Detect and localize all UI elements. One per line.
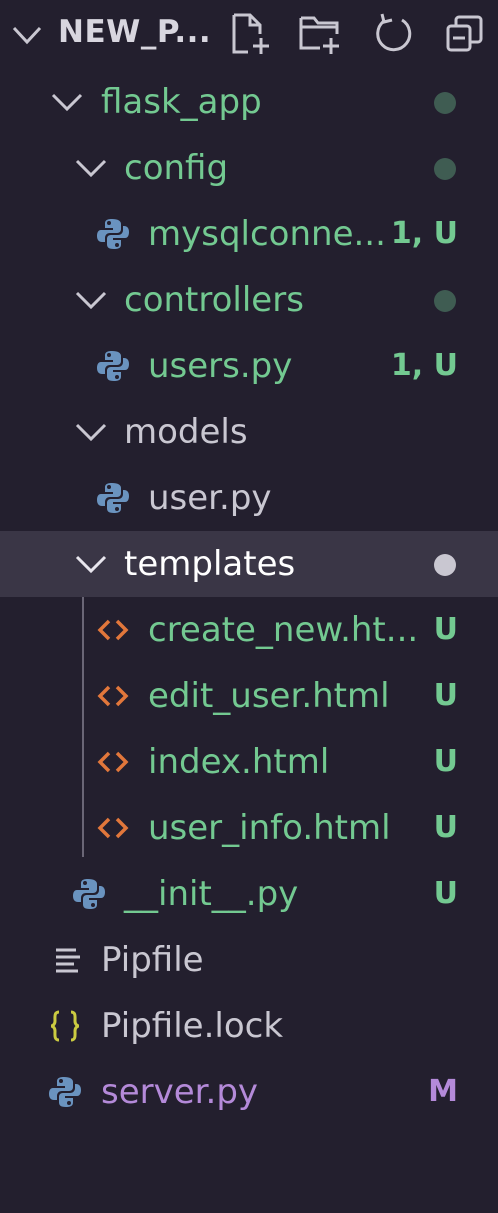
- tree-row-init-py[interactable]: __init__.py U: [0, 861, 498, 927]
- tree-label: Pipfile: [101, 940, 204, 980]
- tree-label: controllers: [124, 280, 304, 320]
- status-dot: [434, 290, 456, 312]
- tree-label: user_info.html: [148, 808, 391, 848]
- status-dot: [434, 554, 456, 576]
- html-file-icon: [97, 751, 129, 773]
- chevron-down-icon[interactable]: [10, 20, 44, 50]
- tree-label: mysqlconne...: [148, 214, 386, 254]
- tree-row-controllers[interactable]: controllers: [0, 267, 498, 333]
- tree-label: server.py: [101, 1072, 259, 1112]
- tree-label: __init__.py: [124, 874, 299, 914]
- chevron-down-icon[interactable]: [74, 550, 108, 578]
- tree-row-edit-user-html[interactable]: edit_user.html U: [0, 663, 498, 729]
- status-badge: U: [433, 744, 458, 779]
- tree-label: config: [124, 148, 229, 188]
- status-badge: U: [433, 612, 458, 647]
- chevron-down-icon[interactable]: [74, 418, 108, 446]
- html-file-icon: [97, 817, 129, 839]
- tree-row-config[interactable]: config: [0, 135, 498, 201]
- tree-label: user.py: [148, 478, 272, 518]
- tree-label: templates: [124, 544, 296, 584]
- python-file-icon: [49, 1077, 81, 1107]
- tree-row-pipfile[interactable]: Pipfile: [0, 927, 498, 993]
- status-badge: M: [428, 1074, 458, 1109]
- python-file-icon: [97, 483, 129, 513]
- status-badge: 1, U: [390, 348, 458, 383]
- tree-label: create_new.ht...: [148, 610, 419, 650]
- status-dot: [434, 158, 456, 180]
- tree-row-server-py[interactable]: server.py M: [0, 1059, 498, 1125]
- python-file-icon: [97, 219, 129, 249]
- tree-row-models[interactable]: models: [0, 399, 498, 465]
- workspace-title[interactable]: NEW_P...: [58, 14, 211, 50]
- tree-label: users.py: [148, 346, 293, 386]
- status-badge: U: [433, 810, 458, 845]
- tree-row-create-new-html[interactable]: create_new.ht... U: [0, 597, 498, 663]
- json-file-icon: [50, 1010, 80, 1042]
- html-file-icon: [97, 685, 129, 707]
- tree-row-users-py[interactable]: users.py 1, U: [0, 333, 498, 399]
- tree-row-index-html[interactable]: index.html U: [0, 729, 498, 795]
- tree-row-user-py[interactable]: user.py: [0, 465, 498, 531]
- tree-row-pipfile-lock[interactable]: Pipfile.lock: [0, 993, 498, 1059]
- new-folder-icon[interactable]: [298, 12, 342, 56]
- tree-label: models: [124, 412, 248, 452]
- tree-label: Pipfile.lock: [101, 1006, 284, 1046]
- chevron-down-icon[interactable]: [74, 154, 108, 182]
- tree-row-user-info-html[interactable]: user_info.html U: [0, 795, 498, 861]
- chevron-down-icon[interactable]: [74, 286, 108, 314]
- status-badge: U: [433, 678, 458, 713]
- status-dot: [434, 92, 456, 114]
- status-badge: U: [433, 876, 458, 911]
- tree-row-flask-app[interactable]: flask_app: [0, 69, 498, 135]
- tree-row-mysqlconnection[interactable]: mysqlconne... 1, U: [0, 201, 498, 267]
- refresh-icon[interactable]: [372, 12, 416, 56]
- tree-row-templates[interactable]: templates: [0, 531, 498, 597]
- status-badge: 1, U: [390, 216, 458, 251]
- tree-label: index.html: [148, 742, 330, 782]
- chevron-down-icon[interactable]: [50, 88, 84, 116]
- tree-label: edit_user.html: [148, 676, 390, 716]
- python-file-icon: [73, 879, 105, 909]
- html-file-icon: [97, 619, 129, 641]
- text-file-icon: [56, 948, 80, 973]
- new-file-icon[interactable]: [228, 12, 272, 56]
- collapse-all-icon[interactable]: [444, 12, 488, 56]
- explorer-header: NEW_P...: [0, 0, 498, 70]
- tree-label: flask_app: [101, 82, 262, 122]
- python-file-icon: [97, 351, 129, 381]
